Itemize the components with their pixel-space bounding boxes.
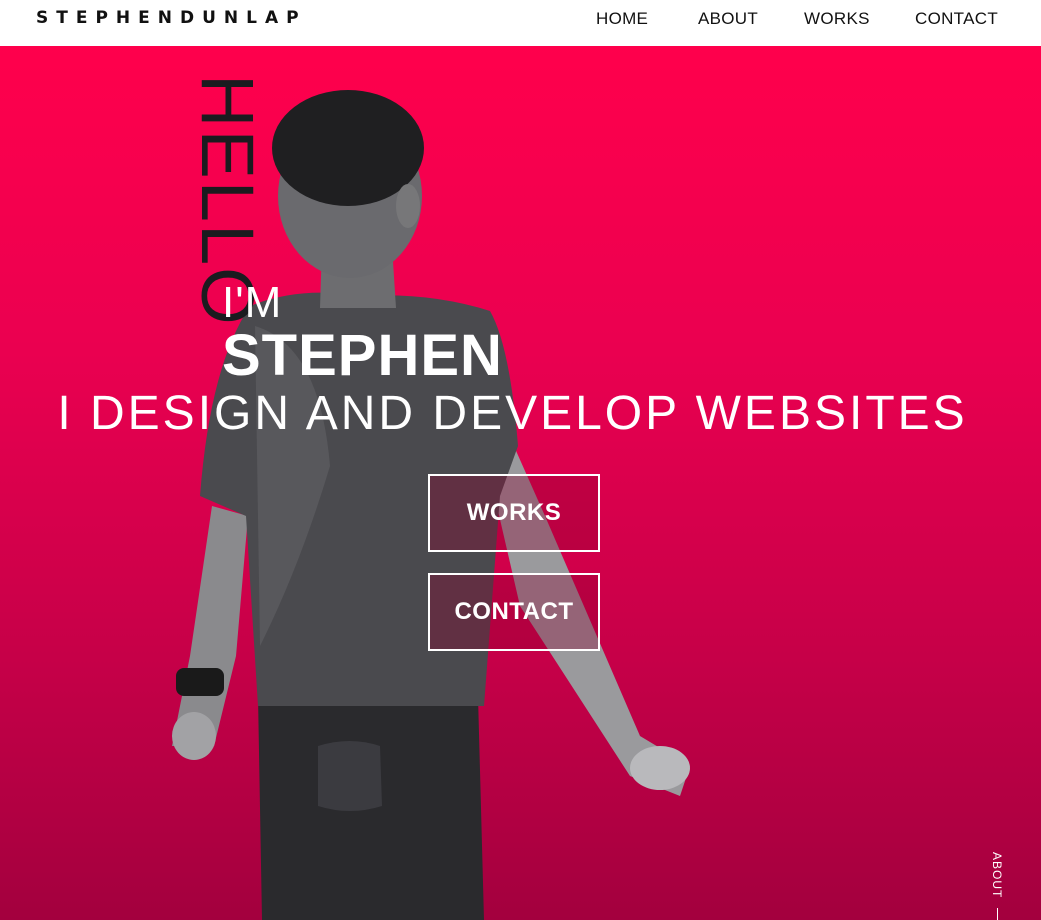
site-logo[interactable]: STEPHENDUNLAP — [36, 8, 307, 28]
side-about-line — [997, 908, 998, 920]
nav-link-home[interactable]: HOME — [596, 9, 648, 29]
nav-link-about[interactable]: ABOUT — [698, 9, 758, 29]
hero-name: STEPHEN — [222, 323, 503, 388]
nav-link-works[interactable]: WORKS — [804, 9, 870, 29]
hero-section: HELLO I'M STEPHEN I DESIGN AND DEVELOP W… — [0, 46, 1041, 920]
side-about-link[interactable]: ABOUT — [990, 852, 1004, 898]
top-navbar: STEPHENDUNLAP HOME ABOUT WORKS CONTACT — [0, 0, 1041, 46]
works-button[interactable]: WORKS — [428, 474, 600, 552]
nav-link-contact[interactable]: CONTACT — [915, 9, 998, 29]
hero-tagline: I DESIGN AND DEVELOP WEBSITES — [57, 387, 968, 440]
intro-text: I'M — [222, 278, 283, 327]
contact-button[interactable]: CONTACT — [428, 573, 600, 651]
